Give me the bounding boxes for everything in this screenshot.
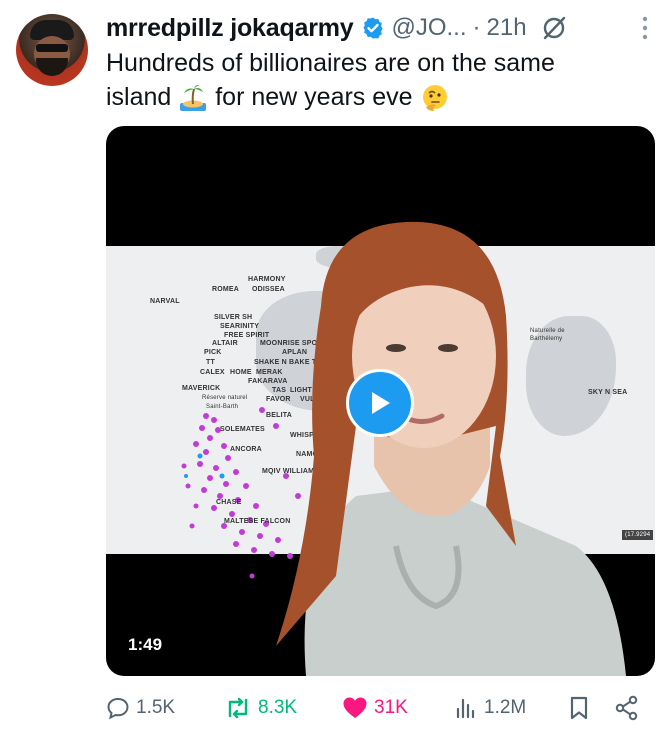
repost-icon <box>228 697 248 719</box>
grok-icon[interactable] <box>541 15 567 41</box>
reply-button[interactable]: 1.5K <box>106 690 175 726</box>
bookmark-button[interactable] <box>568 690 596 726</box>
bookmark-icon <box>570 696 588 720</box>
thinking-face-emoji-icon <box>422 85 447 112</box>
tweet-text-line-2: island for new years eve <box>106 80 646 114</box>
tweet-text-line-1: Hundreds of billionaires are on the same <box>106 49 555 77</box>
repost-count: 8.3K <box>258 697 298 718</box>
separator-dot: · <box>472 14 481 41</box>
share-button[interactable] <box>614 690 646 726</box>
tweet-actions: 1.5K 8.3K 31K 1.2M <box>106 690 646 726</box>
author-handle[interactable]: @JO... <box>391 14 466 42</box>
more-options-icon[interactable] <box>642 16 648 40</box>
views-icon <box>456 698 475 719</box>
views-button[interactable]: 1.2M <box>454 690 526 726</box>
author-name[interactable]: mrredpillz jokaqarmy <box>106 14 354 43</box>
like-button[interactable]: 31K <box>342 690 408 726</box>
avatar-beard <box>36 58 68 76</box>
video-duration: 1:49 <box>116 629 175 661</box>
tweet-text: Hundreds of billionaires are on the same… <box>106 46 646 114</box>
video-media[interactable]: HARMONY ROMEA ODISSEA NARVAL SILVER SH S… <box>106 126 655 676</box>
tweet-header: mrredpillz jokaqarmy @JO... · 21h <box>106 10 672 46</box>
author-avatar[interactable] <box>16 14 88 86</box>
verified-badge-icon <box>363 17 383 39</box>
repost-button[interactable]: 8.3K <box>224 690 297 726</box>
island-emoji-icon <box>180 85 207 112</box>
tweet-text-island: island <box>106 83 172 111</box>
like-count: 31K <box>374 697 408 718</box>
avatar-glasses <box>36 44 68 52</box>
views-count: 1.2M <box>484 697 527 718</box>
reply-count: 1.5K <box>136 697 176 718</box>
play-button[interactable] <box>346 369 414 437</box>
tweet-timestamp[interactable]: 21h <box>487 14 527 42</box>
reply-icon <box>107 697 129 720</box>
heart-icon <box>343 697 367 718</box>
share-icon <box>615 695 638 721</box>
tweet-text-rest: for new years eve <box>215 83 413 111</box>
play-icon <box>372 392 390 414</box>
